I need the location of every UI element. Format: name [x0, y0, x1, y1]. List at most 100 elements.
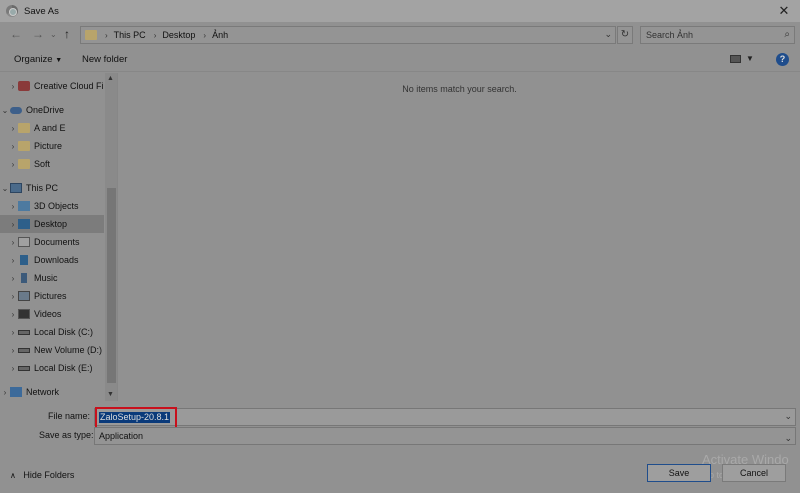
nav-item-creative-cloud-fil[interactable]: › Creative Cloud Fil	[0, 77, 104, 95]
chevron-right-icon[interactable]: ›	[8, 160, 18, 169]
pictures-icon	[18, 291, 30, 301]
nav-item-new-volume-d[interactable]: › New Volume (D:)	[0, 341, 104, 359]
file-name-row: File name: ZaloSetup-20.8.1 ⌄	[0, 407, 800, 429]
chevron-up-icon: ∧	[10, 471, 16, 480]
nav-item-picture[interactable]: › Picture	[0, 137, 104, 155]
chevron-down-icon[interactable]: ⌄	[0, 106, 10, 115]
videos-icon	[18, 309, 30, 319]
empty-message: No items match your search.	[402, 84, 517, 94]
nav-item-documents[interactable]: › Documents	[0, 233, 104, 251]
nav-item-label: 3D Objects	[34, 201, 79, 211]
address-bar[interactable]: › This PC › Desktop › Ảnh ⌄	[80, 26, 616, 44]
breadcrumb-separator: ›	[105, 30, 108, 40]
chevron-right-icon[interactable]: ›	[8, 274, 18, 283]
chevron-right-icon[interactable]: ›	[8, 328, 18, 337]
recent-locations-button[interactable]: ⌄	[50, 30, 57, 39]
scroll-down-icon[interactable]: ▼	[107, 391, 114, 398]
chevron-right-icon[interactable]: ›	[8, 220, 18, 229]
scroll-up-icon[interactable]: ▲	[107, 75, 114, 82]
forward-button[interactable]: →	[32, 27, 44, 41]
nav-item-soft[interactable]: › Soft	[0, 155, 104, 173]
nav-item-label: Music	[34, 273, 58, 283]
command-bar: Organize ▼ New folder ▼ ?	[0, 48, 800, 72]
creative-cloud-icon	[18, 81, 30, 91]
nav-item-label: Picture	[34, 141, 63, 151]
breadcrumb-separator: ›	[203, 30, 207, 40]
back-button[interactable]: ←	[10, 27, 22, 41]
hide-folders-button[interactable]: ∧ Hide Folders	[10, 470, 74, 480]
breadcrumb-desktop[interactable]: Desktop	[162, 30, 195, 40]
nav-item-desktop[interactable]: › Desktop	[0, 215, 104, 233]
nav-item-label: This PC	[26, 183, 59, 193]
file-list[interactable]: No items match your search.	[119, 73, 800, 401]
chevron-right-icon[interactable]: ›	[8, 142, 18, 151]
3d-objects-icon	[18, 201, 30, 211]
drive-icon	[18, 365, 30, 371]
organize-label: Organize	[14, 54, 53, 65]
save-as-type-select[interactable]: Application ⌄	[94, 427, 796, 445]
breadcrumb-this-pc[interactable]: This PC	[114, 30, 146, 40]
save-button[interactable]: Save	[647, 464, 711, 482]
nav-item-music[interactable]: › Music	[0, 269, 104, 287]
chevron-right-icon[interactable]: ›	[8, 202, 18, 211]
view-dropdown-icon[interactable]: ▼	[746, 54, 754, 63]
window-title: Save As	[24, 5, 59, 17]
nav-item-a-and-e[interactable]: › A and E	[0, 119, 104, 137]
nav-item-videos[interactable]: › Videos	[0, 305, 104, 323]
nav-item-downloads[interactable]: › Downloads	[0, 251, 104, 269]
nav-item-this-pc[interactable]: ⌄ This PC	[0, 179, 104, 197]
search-input[interactable]: Search Ảnh ⌕	[640, 26, 795, 44]
chevron-right-icon[interactable]: ›	[8, 256, 18, 265]
search-placeholder: Search Ảnh	[646, 30, 694, 40]
navigation-pane: › Creative Cloud Fil ⌄ OneDrive › A and E › Pic…	[0, 73, 118, 401]
file-name-input[interactable]: ZaloSetup-20.8.1 ⌄	[94, 407, 796, 429]
new-folder-button[interactable]: New folder	[82, 54, 127, 65]
documents-icon	[18, 237, 30, 247]
nav-item-network[interactable]: › Network	[0, 383, 104, 401]
search-icon: ⌕	[784, 29, 790, 40]
chevron-right-icon[interactable]: ›	[8, 292, 18, 301]
up-button[interactable]: ↑	[64, 27, 70, 41]
downloads-icon	[20, 255, 28, 265]
desktop-icon	[18, 219, 30, 229]
chevron-right-icon[interactable]: ›	[8, 82, 18, 91]
folder-icon	[85, 30, 97, 40]
computer-icon	[10, 183, 22, 193]
chevron-right-icon[interactable]: ›	[0, 388, 10, 397]
nav-item-label: Creative Cloud Fil	[34, 81, 104, 91]
organize-button[interactable]: Organize ▼	[14, 54, 62, 65]
network-icon	[10, 387, 22, 397]
chevron-down-icon[interactable]: ⌄	[0, 184, 10, 193]
refresh-button[interactable]: ↻	[617, 26, 633, 44]
nav-item-label: OneDrive	[26, 105, 65, 115]
view-options-icon[interactable]	[730, 55, 741, 63]
save-as-type-dropdown-icon: ⌄	[784, 433, 792, 443]
chevron-right-icon[interactable]: ›	[8, 238, 18, 247]
chrome-icon	[6, 5, 18, 17]
nav-item-onedrive[interactable]: ⌄ OneDrive	[0, 101, 104, 119]
save-as-type-row: Save as type: Application ⌄	[0, 427, 800, 445]
nav-item-pictures[interactable]: › Pictures	[0, 287, 104, 305]
save-as-type-label: Save as type:	[39, 430, 94, 440]
folder-icon	[18, 141, 30, 151]
nav-item-3d-objects[interactable]: › 3D Objects	[0, 197, 104, 215]
nav-item-label: Videos	[34, 309, 62, 319]
help-icon[interactable]: ?	[776, 53, 789, 66]
close-icon: ✕	[778, 3, 790, 18]
nav-item-local-disk-e[interactable]: › Local Disk (E:)	[0, 359, 104, 377]
close-button[interactable]: ✕	[768, 0, 800, 22]
chevron-right-icon[interactable]: ›	[8, 346, 18, 355]
nav-scrollbar-thumb[interactable]	[107, 188, 116, 383]
nav-item-label: Network	[26, 387, 60, 397]
address-dropdown-icon[interactable]: ⌄	[604, 29, 612, 40]
breadcrumb-anh[interactable]: Ảnh	[212, 30, 228, 40]
chevron-right-icon[interactable]: ›	[8, 364, 18, 373]
chevron-right-icon[interactable]: ›	[8, 310, 18, 319]
nav-item-local-disk-c[interactable]: › Local Disk (C:)	[0, 323, 104, 341]
file-name-dropdown-icon[interactable]: ⌄	[784, 411, 792, 422]
chevron-right-icon[interactable]: ›	[8, 124, 18, 133]
annotation-highlight	[95, 407, 177, 429]
save-as-type-value: Application	[99, 431, 144, 441]
address-row: ← → ⌄ ↑ › This PC › Desktop › Ảnh ⌄ ↻ Se…	[0, 24, 800, 46]
cancel-button[interactable]: Cancel	[722, 464, 786, 482]
